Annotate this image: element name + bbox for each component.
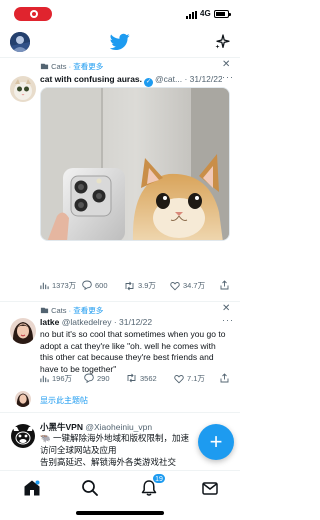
views-button[interactable]: 196万 — [40, 373, 72, 384]
author-line: latke @latkedelrey · 31/12/22 — [40, 317, 222, 327]
thread-avatar[interactable] — [15, 391, 31, 407]
views-icon — [40, 282, 49, 290]
avatar[interactable] — [10, 76, 36, 102]
like-count: 7.1万 — [187, 374, 205, 383]
network-type: 4G — [200, 9, 211, 18]
avatar[interactable] — [10, 318, 36, 344]
retweet-icon — [125, 281, 134, 290]
tweet-actions: 196万 290 3562 7.1万 — [40, 373, 230, 387]
author-line: 小黑牛VPN @Xiaoheiniu_vpn — [40, 421, 222, 433]
battery-icon — [214, 10, 231, 18]
views-count: 1373万 — [52, 281, 77, 290]
retweet-count: 3.9万 — [138, 281, 156, 290]
views-icon — [40, 375, 49, 383]
views-button[interactable]: 1373万 — [40, 280, 76, 291]
views-count: 196万 — [52, 374, 73, 383]
home-icon[interactable] — [23, 479, 41, 497]
search-icon[interactable] — [81, 479, 99, 497]
verified-badge-icon: ✓ — [144, 78, 154, 87]
like-button[interactable]: 7.1万 — [174, 373, 205, 384]
see-more-link[interactable]: · 查看更多 — [69, 306, 104, 315]
more-options-icon[interactable]: ··· — [222, 72, 234, 82]
author-name[interactable]: 小黑牛VPN — [40, 422, 83, 432]
topic-icon — [40, 63, 49, 70]
reply-count: 290 — [97, 373, 110, 383]
reply-icon — [82, 280, 92, 290]
tweet[interactable]: Cats · 查看更多 ✕ latke @latkedelrey · 31/12… — [0, 302, 240, 408]
reply-count: 600 — [95, 280, 108, 290]
social-context: Cats · 查看更多 — [40, 61, 103, 72]
retweet-button[interactable]: 3.9万 — [124, 280, 156, 291]
twitter-bird-icon[interactable] — [110, 33, 130, 51]
tweet-text: no but it's so cool that sometimes when … — [40, 329, 226, 374]
tweet-text: 🐃 一键解除海外地域和版权限制，加速访问全球网站及应用 — [40, 433, 189, 455]
author-handle: @cat... · 31/12/22 — [155, 74, 222, 84]
screen-recording-indicator[interactable] — [14, 7, 52, 21]
tweet-actions: 1373万 600 3.9万 34.7万 — [40, 280, 230, 294]
tweet-text-continued: 告别高延迟、解锁海外各类游戏社交APP — [40, 457, 177, 467]
home-indicator — [76, 511, 164, 515]
author-name[interactable]: latke — [40, 317, 59, 327]
topic-icon — [40, 307, 49, 314]
author-name[interactable]: cat with confusing auras. — [40, 74, 142, 84]
avatar[interactable] — [10, 423, 36, 449]
dismiss-icon[interactable]: ✕ — [222, 303, 230, 314]
profile-avatar[interactable] — [10, 32, 30, 52]
heart-icon — [174, 374, 184, 383]
more-options-icon[interactable]: ··· — [222, 315, 234, 325]
share-icon — [220, 373, 229, 383]
reply-button[interactable]: 290 — [84, 373, 110, 383]
show-thread-link[interactable]: 显示此主题帖 — [40, 395, 88, 406]
see-more-link[interactable]: · 查看更多 — [69, 62, 104, 71]
tweet-media-image[interactable] — [40, 87, 230, 241]
author-line: cat with confusing auras. ✓ @cat... · 31/1… — [40, 74, 222, 87]
retweet-icon — [127, 373, 136, 383]
bottom-nav: 19 — [0, 470, 240, 520]
dismiss-icon[interactable]: ✕ — [222, 59, 230, 70]
reply-icon — [84, 373, 94, 383]
author-handle: @latkedelrey · 31/12/22 — [61, 317, 153, 327]
reply-button[interactable]: 600 — [82, 280, 108, 290]
like-count: 34.7万 — [183, 281, 206, 290]
mail-icon[interactable] — [201, 479, 219, 497]
author-handle: @Xiaoheiniu_vpn — [85, 422, 153, 432]
heart-icon — [170, 281, 180, 290]
share-icon — [220, 280, 229, 290]
top-bar — [0, 28, 240, 58]
record-icon — [30, 10, 38, 18]
sparkle-icon[interactable] — [214, 34, 230, 50]
signal-icon — [186, 11, 198, 19]
like-button[interactable]: 34.7万 — [170, 280, 205, 291]
compose-tweet-button[interactable]: + — [198, 424, 234, 460]
share-button[interactable] — [220, 373, 232, 383]
social-context: Cats · 查看更多 — [40, 305, 103, 316]
spaces-icon[interactable] — [112, 479, 130, 497]
retweet-button[interactable]: 3562 — [126, 373, 157, 383]
tweet[interactable]: Cats · 查看更多 ✕ cat with confusing auras. ✓… — [0, 58, 240, 301]
retweet-count: 3562 — [140, 373, 157, 383]
notification-badge: 19 — [152, 473, 166, 484]
status-bar: 4G — [0, 0, 240, 28]
share-button[interactable] — [220, 280, 232, 290]
